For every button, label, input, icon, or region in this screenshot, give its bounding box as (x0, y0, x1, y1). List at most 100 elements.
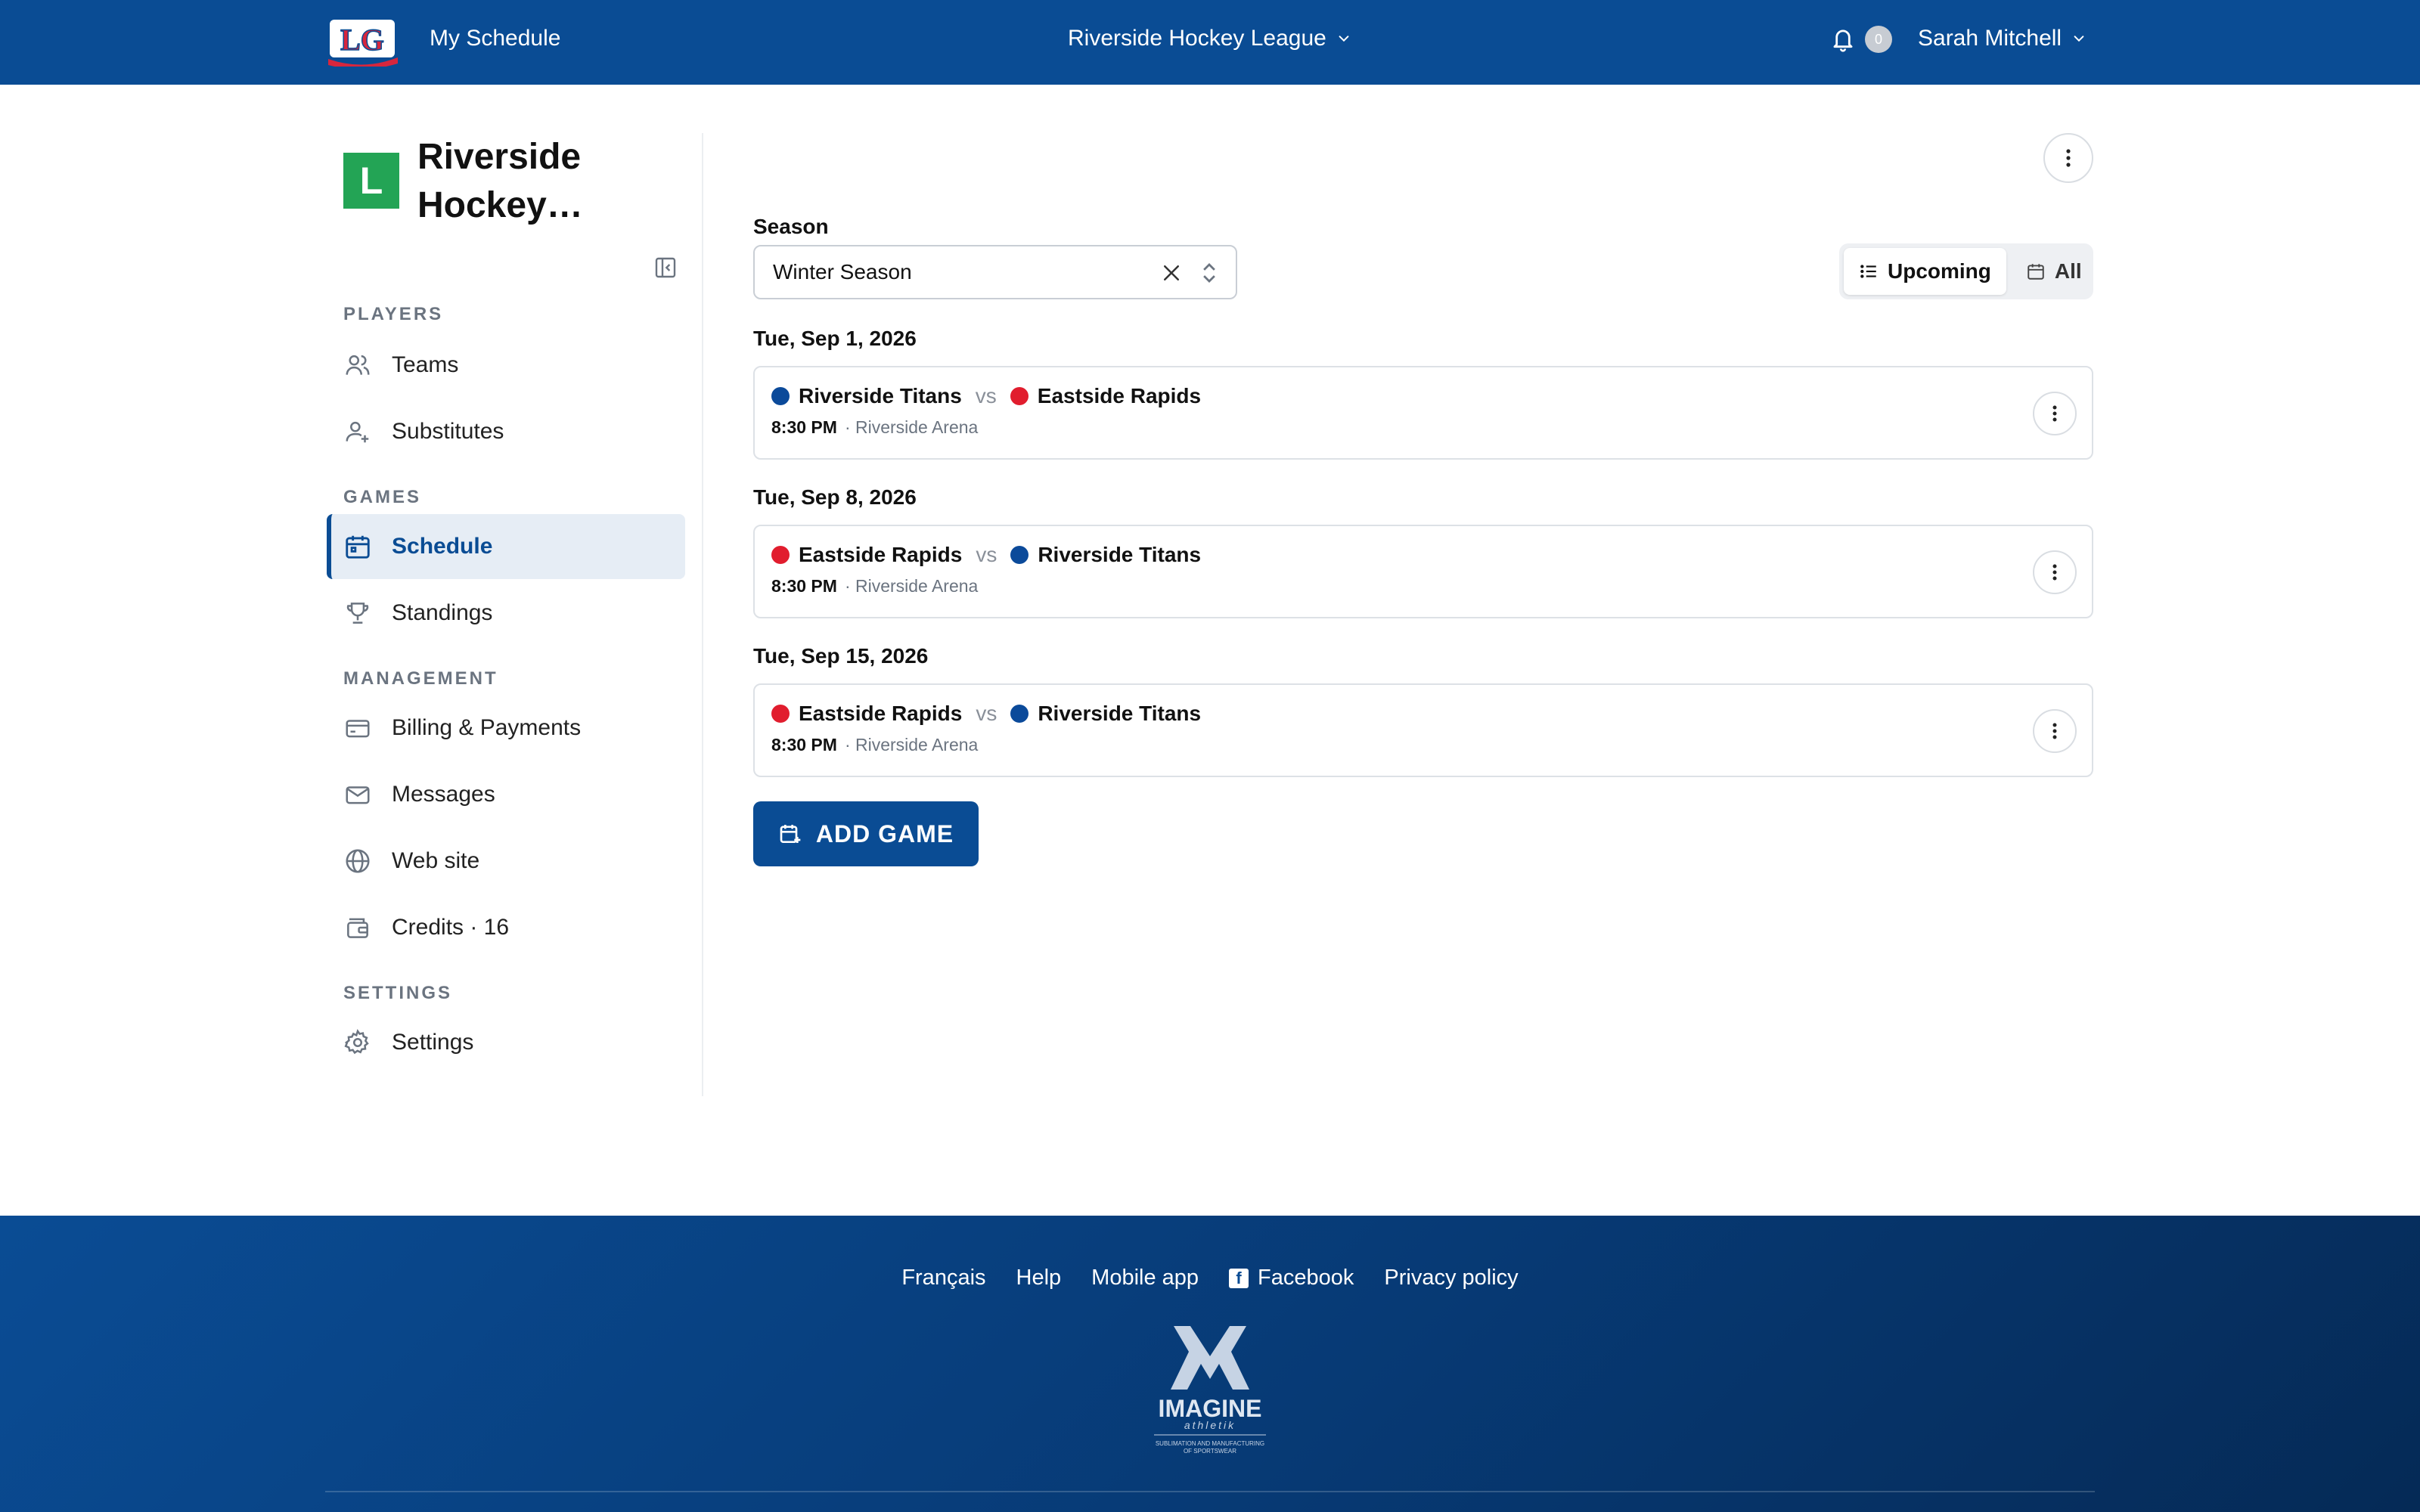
sidebar-item-messages[interactable]: Messages (327, 762, 685, 827)
team-color-dot (771, 387, 790, 405)
sidebar-item-label: Billing & Payments (392, 715, 582, 740)
game-meta: 8:30 PM · Riverside Arena (771, 417, 978, 438)
svg-text:IMAGINE: IMAGINE (1159, 1395, 1262, 1422)
top-navbar: LG My Schedule Riverside Hockey League 0… (0, 0, 2420, 85)
toggle-upcoming[interactable]: Upcoming (1844, 248, 2006, 295)
game-matchup: Eastside Rapids vs Riverside Titans (771, 702, 1201, 726)
bell-icon (1833, 29, 1853, 52)
section-label-management: MANAGEMENT (343, 668, 498, 689)
more-vertical-icon (2052, 405, 2057, 422)
svg-text:SUBLIMATION AND MANUFACTURING: SUBLIMATION AND MANUFACTURING (1156, 1440, 1264, 1447)
user-plus-icon (346, 421, 369, 443)
game-date-heading: Tue, Sep 1, 2026 (753, 327, 917, 350)
game-venue: · Riverside Arena (844, 735, 979, 754)
my-schedule-link[interactable]: My Schedule (430, 26, 560, 51)
sidebar-item-label: Teams (392, 352, 459, 377)
more-vertical-icon (2052, 564, 2057, 581)
game-actions-button[interactable] (2033, 550, 2077, 594)
footer-link-help[interactable]: Help (1016, 1266, 1062, 1290)
section-label-games: GAMES (343, 487, 422, 507)
game-actions-button[interactable] (2033, 392, 2077, 435)
team-color-dot (771, 705, 790, 723)
sidebar-item-label: Substitutes (392, 419, 504, 444)
game-venue: · Riverside Arena (844, 576, 979, 596)
vs-separator: vs (976, 543, 997, 566)
svg-text:athletik: athletik (1184, 1419, 1236, 1431)
more-vertical-icon (2066, 149, 2071, 167)
sidebar-item-label: Schedule (392, 534, 493, 559)
season-select[interactable]: Winter Season (753, 245, 1237, 299)
org-name: Riverside Hockey… (417, 137, 583, 225)
credit-card-icon (346, 720, 370, 738)
facebook-icon: f (1229, 1268, 1249, 1288)
sidebar-item-label: Messages (392, 782, 495, 807)
toggle-all-label: All (2054, 259, 2082, 283)
game-matchup: Eastside Rapids vs Riverside Titans (771, 543, 1201, 567)
footer-link-privacy[interactable]: Privacy policy (1384, 1266, 1518, 1290)
users-icon (346, 355, 370, 375)
sponsor-logo: IMAGINE athletik SUBLIMATION AND MANUFAC… (1154, 1326, 1266, 1455)
footer-divider (325, 1491, 2095, 1492)
game-card[interactable]: Riverside Titans vs Eastside Rapids 8:30… (753, 366, 2093, 460)
clear-icon[interactable] (1160, 262, 1183, 284)
globe-icon (346, 849, 370, 873)
user-menu[interactable]: Sarah Mitchell (1918, 26, 2086, 51)
season-label: Season (753, 215, 829, 238)
sidebar-item-substitutes[interactable]: Substitutes (327, 399, 685, 464)
collapse-sidebar-icon[interactable] (653, 256, 678, 280)
sidebar-item-settings[interactable]: Settings (327, 1010, 685, 1075)
org-avatar: L (343, 153, 399, 209)
vs-separator: vs (975, 384, 997, 407)
game-actions-button[interactable] (2033, 709, 2077, 753)
game-time: 8:30 PM (771, 576, 837, 596)
sidebar-item-standings[interactable]: Standings (327, 581, 685, 646)
team-color-dot (1010, 705, 1029, 723)
home-team: Riverside Titans (799, 384, 962, 407)
add-game-button[interactable]: ADD GAME (753, 801, 979, 866)
footer-links: Français Help Mobile app f Facebook Priv… (0, 1266, 2420, 1290)
trophy-icon (346, 603, 369, 624)
footer-link-mobile-app[interactable]: Mobile app (1091, 1266, 1199, 1290)
game-time: 8:30 PM (771, 735, 837, 754)
more-vertical-icon (2052, 723, 2057, 739)
away-team: Riverside Titans (1038, 702, 1202, 725)
toggle-all[interactable]: All (2011, 248, 2097, 295)
toggle-upcoming-label: Upcoming (1888, 259, 1991, 283)
game-card[interactable]: Eastside Rapids vs Riverside Titans 8:30… (753, 683, 2093, 777)
chevron-down-icon (1339, 36, 1349, 42)
footer-link-francais[interactable]: Français (901, 1266, 985, 1290)
home-team: Eastside Rapids (799, 702, 963, 725)
home-team: Eastside Rapids (799, 543, 963, 566)
add-game-label: ADD GAME (815, 820, 954, 847)
league-switcher[interactable]: Riverside Hockey League (1068, 26, 1351, 51)
game-meta: 8:30 PM · Riverside Arena (771, 576, 978, 596)
team-color-dot (1010, 387, 1028, 405)
league-name: Riverside Hockey League (1068, 26, 1326, 51)
view-toggle: Upcoming All (1839, 243, 2093, 299)
sidebar-item-label: Web site (392, 848, 480, 873)
away-team: Eastside Rapids (1037, 384, 1202, 407)
sidebar-item-teams[interactable]: Teams (327, 333, 685, 398)
sidebar-item-schedule[interactable]: Schedule (327, 514, 685, 579)
chevron-down-icon (2074, 36, 2084, 42)
footer: Français Help Mobile app f Facebook Priv… (0, 1216, 2420, 1512)
sidebar-item-credits[interactable]: Credits · 16 (327, 895, 685, 960)
facebook-label: Facebook (1258, 1266, 1354, 1290)
vs-separator: vs (976, 702, 997, 725)
game-matchup: Riverside Titans vs Eastside Rapids (771, 384, 1201, 408)
svg-text:OF SPORTSWEAR: OF SPORTSWEAR (1184, 1448, 1236, 1455)
league-logo[interactable]: LG (325, 15, 401, 67)
sidebar-item-label: Standings (392, 600, 493, 625)
sidebar-item-billing[interactable]: Billing & Payments (327, 696, 685, 761)
svg-text:LG: LG (340, 23, 384, 57)
footer-link-facebook[interactable]: f Facebook (1229, 1266, 1354, 1290)
calendar-plus-icon (780, 825, 801, 843)
game-date-heading: Tue, Sep 15, 2026 (753, 644, 929, 668)
game-card[interactable]: Eastside Rapids vs Riverside Titans 8:30… (753, 525, 2093, 618)
gear-icon (344, 1029, 369, 1055)
wallet-icon (347, 918, 368, 938)
page-actions-menu-button[interactable] (2043, 133, 2093, 183)
sidebar-item-label: Credits · 16 (392, 915, 510, 940)
sidebar-item-website[interactable]: Web site (327, 829, 685, 894)
notifications-button[interactable]: 0 (1830, 26, 1892, 53)
